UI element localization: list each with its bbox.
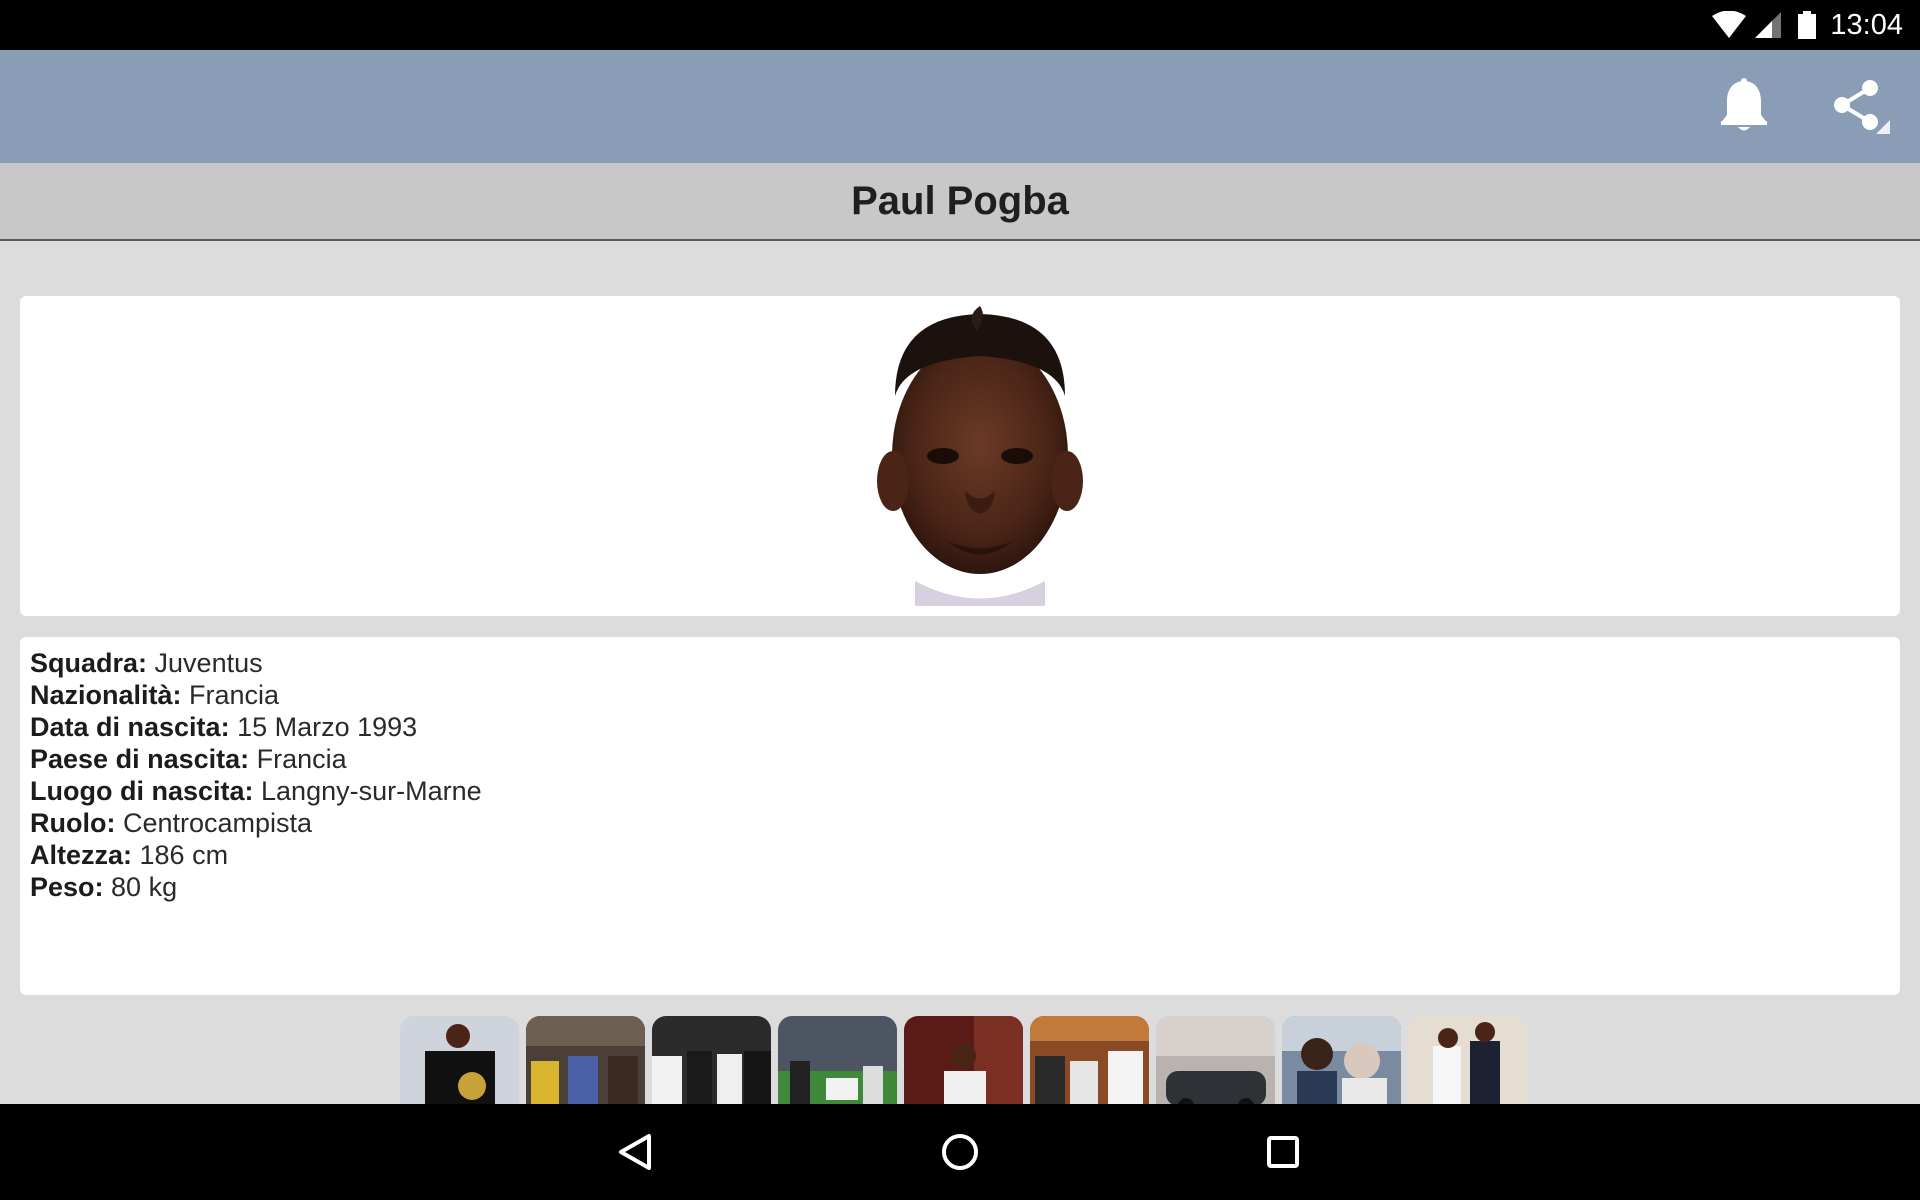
notification-button[interactable] [1709,72,1779,142]
info-row-nationality: Nazionalità: Francia [30,680,280,710]
home-button[interactable] [932,1126,988,1182]
gallery-thumb[interactable] [526,1016,645,1104]
player-info-card: Squadra: Juventus Nazionalità: Francia D… [20,637,1900,995]
back-triangle-icon [615,1132,655,1177]
gallery-thumb[interactable] [652,1016,771,1104]
gallery-thumb[interactable] [400,1016,519,1104]
info-row-role: Ruolo: Centrocampista [30,808,313,838]
page-title: Paul Pogba [851,178,1069,223]
status-time: 13:04 [1830,8,1903,41]
back-button[interactable] [607,1126,663,1182]
info-row-height: Altezza: 186 cm [30,840,229,870]
bell-icon [1717,77,1771,138]
gallery-thumb[interactable] [1408,1016,1527,1104]
info-row-weight: Peso: 80 kg [30,872,178,902]
system-nav-bar [0,1104,1920,1200]
gallery-thumb[interactable] [1156,1016,1275,1104]
player-photo-card [20,296,1900,616]
info-row-birth-place: Luogo di nascita: Langny-sur-Marne [30,776,482,806]
recent-apps-button[interactable] [1255,1126,1311,1182]
title-bar: Paul Pogba [0,163,1920,241]
gallery-thumb[interactable] [904,1016,1023,1104]
status-bar: 13:04 [0,0,1920,50]
info-row-team: Squadra: Juventus [30,648,263,678]
photo-gallery [400,1016,1527,1104]
wifi-icon [1712,11,1747,39]
gallery-thumb[interactable] [1282,1016,1401,1104]
info-row-birth-country: Paese di nascita: Francia [30,744,347,774]
share-icon [1830,74,1892,141]
recent-square-icon [1263,1132,1303,1177]
battery-icon [1798,11,1817,39]
action-bar [0,50,1920,163]
home-circle-icon [940,1132,980,1177]
gallery-thumb[interactable] [778,1016,897,1104]
cell-signal-icon [1754,11,1782,39]
info-row-birth-date: Data di nascita: 15 Marzo 1993 [30,712,418,742]
gallery-thumb[interactable] [1030,1016,1149,1104]
share-button[interactable] [1826,72,1896,142]
player-portrait [877,306,1083,606]
